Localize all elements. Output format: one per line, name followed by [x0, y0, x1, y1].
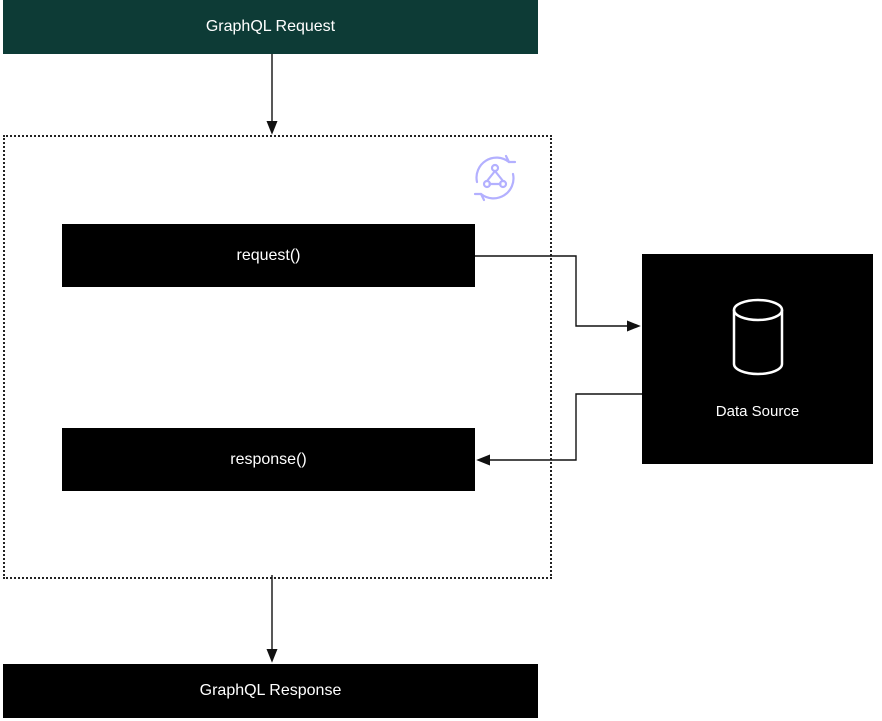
node-request-fn-label: request() — [236, 247, 300, 265]
node-graphql-request-label: GraphQL Request — [206, 18, 335, 36]
node-data-source-label: Data Source — [716, 403, 799, 420]
node-request-fn: request() — [62, 224, 475, 287]
node-graphql-request: GraphQL Request — [3, 0, 538, 54]
resolver-cycle-icon — [465, 148, 525, 208]
node-graphql-response: GraphQL Response — [3, 664, 538, 718]
node-data-source: Data Source — [642, 254, 873, 464]
node-response-fn: response() — [62, 428, 475, 491]
node-graphql-response-label: GraphQL Response — [200, 682, 342, 700]
database-icon — [726, 298, 790, 383]
node-response-fn-label: response() — [230, 451, 306, 469]
